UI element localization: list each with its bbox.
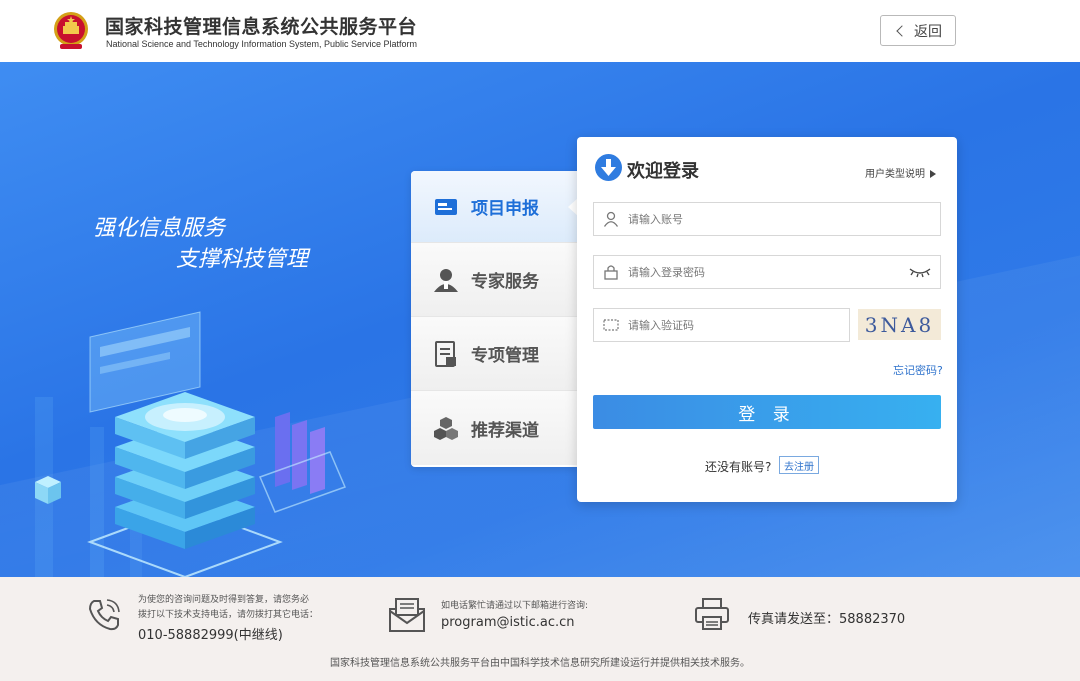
mail-icon	[389, 598, 425, 632]
service-tabs: 项目申报 专家服务 专项管理 推荐渠道	[411, 171, 579, 467]
footer: 为使您的咨询问题及时得到答复，请您务必 拨打以下技术支持电话，请勿拨打其它电话：…	[0, 577, 1080, 681]
server-illustration	[35, 311, 347, 577]
copyright: 国家科技管理信息系统公共服务平台由中国科学技术信息研究所建设运行并提供相关技术服…	[330, 658, 750, 669]
site-title-english: National Science and Technology Informat…	[106, 39, 417, 49]
chevron-left-icon	[896, 24, 908, 37]
download-arrow-icon	[595, 154, 622, 181]
email-address[interactable]: program@istic.ac.cn	[441, 615, 588, 630]
slogan-line2: 支撑科技管理	[176, 247, 309, 272]
card-icon	[433, 194, 459, 220]
eye-closed-icon[interactable]	[906, 260, 934, 284]
phone-note-line2: 拨打以下技术支持电话，请勿拨打其它电话：	[138, 610, 319, 620]
back-button-label: 返回	[914, 23, 942, 40]
cubes-icon	[433, 415, 459, 441]
expert-icon	[433, 267, 459, 293]
user-icon	[594, 203, 628, 235]
account-input[interactable]	[628, 204, 940, 234]
login-card: 欢迎登录 用户类型说明 3NA8 忘记密码? 登 录 还没有账号? 去注册	[577, 137, 957, 502]
tab-recommend-channel[interactable]: 推荐渠道	[411, 391, 579, 465]
tab-label: 专家服务	[471, 272, 539, 292]
tab-label: 专项管理	[471, 346, 539, 366]
printer-icon	[695, 598, 729, 630]
phone-icon	[88, 599, 120, 631]
login-title: 欢迎登录	[627, 161, 699, 182]
header: 国家科技管理信息系统公共服务平台 National Science and Te…	[0, 0, 1080, 62]
password-input[interactable]	[628, 257, 906, 287]
fax-block: 传真请发送至：58882370	[748, 607, 905, 627]
slogan-line1: 强化信息服务	[93, 216, 226, 241]
lock-icon	[594, 256, 628, 288]
captcha-icon	[594, 309, 628, 341]
user-type-label: 用户类型说明	[865, 169, 925, 180]
login-button[interactable]: 登 录	[593, 395, 941, 429]
email-note: 如电话繁忙请通过以下邮箱进行咨询:	[441, 601, 589, 611]
tab-project-application[interactable]: 项目申报	[411, 171, 579, 243]
captcha-input[interactable]	[628, 310, 849, 340]
tab-expert-service[interactable]: 专家服务	[411, 243, 579, 317]
no-account-text: 还没有账号?	[705, 460, 772, 474]
forgot-password-link[interactable]: 忘记密码?	[893, 362, 943, 378]
captcha-image[interactable]: 3NA8	[858, 309, 941, 340]
email-support-block: 如电话繁忙请通过以下邮箱进行咨询: program@istic.ac.cn	[441, 599, 588, 630]
register-link[interactable]: 去注册	[779, 456, 819, 474]
fax-text: 传真请发送至：58882370	[748, 612, 906, 627]
phone-support-block: 为使您的咨询问题及时得到答复，请您务必 拨打以下技术支持电话，请勿拨打其它电话：…	[138, 593, 318, 643]
national-emblem-icon	[54, 12, 88, 49]
password-field	[593, 255, 941, 289]
phone-number: 010-58882999(中继线)	[138, 628, 283, 643]
site-title: 国家科技管理信息系统公共服务平台	[105, 16, 418, 38]
tab-label: 项目申报	[471, 199, 539, 219]
phone-note-line1: 为使您的咨询问题及时得到答复，请您务必	[138, 595, 310, 605]
captcha-field	[593, 308, 850, 342]
tab-special-management[interactable]: 专项管理	[411, 317, 579, 391]
account-field	[593, 202, 941, 236]
back-button[interactable]: 返回	[880, 15, 956, 46]
tab-label: 推荐渠道	[471, 420, 539, 441]
user-type-link[interactable]: 用户类型说明	[865, 165, 936, 180]
play-arrow-icon	[930, 170, 936, 178]
document-icon	[433, 340, 459, 367]
